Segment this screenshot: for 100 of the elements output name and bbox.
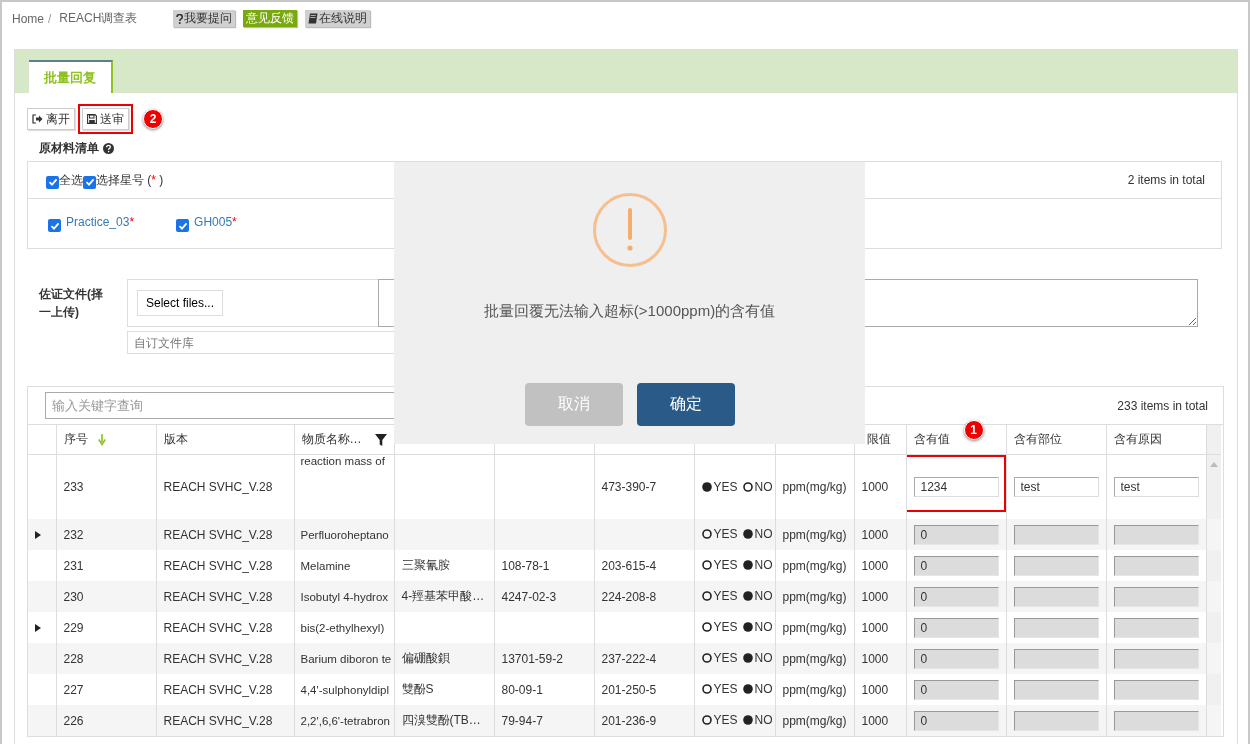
radio-label: YES (713, 651, 738, 665)
radio-label: YES (713, 682, 738, 696)
cas-number: 108-78-1 (501, 558, 550, 573)
confirm-button[interactable]: 确定 (636, 383, 735, 426)
field-label: 佐证文件(择一上传) (37, 286, 104, 321)
checkbox[interactable] (83, 175, 96, 189)
annotation-badge: 1 (963, 420, 984, 440)
radio-selected-icon[interactable] (701, 481, 712, 492)
substance-name: Melamine (300, 559, 351, 572)
column-header[interactable]: 限值 (866, 431, 891, 448)
radio-label: YES (713, 527, 738, 541)
limit-cell: 1000 (861, 682, 889, 697)
column-header[interactable]: 含有原因 (1113, 431, 1162, 448)
row-number: 233 (63, 480, 84, 494)
cas-number: 79-94-7 (501, 713, 543, 728)
annotation-badge: 2 (143, 109, 163, 129)
column-header[interactable]: 含有部位 (1013, 431, 1062, 448)
checkbox-label: 全选 (59, 171, 83, 189)
checkbox[interactable] (48, 219, 61, 232)
column-header[interactable]: 版本 (163, 431, 188, 448)
radio-label: NO (754, 620, 773, 634)
column-header[interactable]: 物质名称… (301, 431, 362, 448)
limit-cell: 1000 (861, 713, 889, 728)
header-button[interactable]: 在线说明 (305, 10, 371, 27)
input-field[interactable]: test (1013, 477, 1099, 497)
ec-number: 224-208-8 (601, 589, 657, 604)
row-number: 232 (63, 527, 84, 542)
filter-icon[interactable] (374, 433, 387, 446)
ec-number: 201-250-5 (601, 682, 657, 697)
version-cell: REACH SVHC_V.28 (163, 682, 273, 697)
unit-cell: ppm(mg/kg) (782, 589, 847, 604)
radio-label: YES (713, 558, 738, 572)
input-field[interactable]: 1234 (913, 477, 999, 497)
row-number: 230 (63, 589, 84, 604)
substance-name: Barium diboron te (300, 652, 392, 665)
section-title: 原材料清单 (39, 139, 99, 157)
dialog-message: 批量回覆无法输入超标(>1000ppm)的含有值 (483, 302, 776, 321)
select-files-button[interactable]: Select files... (137, 290, 224, 316)
substance-name: Isobutyl 4-hydrox (300, 590, 389, 603)
material-label[interactable]: Practice_03* (66, 215, 135, 229)
substance-name-cn: 雙酚S (401, 682, 434, 696)
check-icon (47, 177, 58, 187)
unit-cell: ppm(mg/kg) (782, 620, 847, 635)
row-number: 227 (63, 682, 84, 697)
substance-name: Perfluoroheptano (300, 528, 389, 541)
limit-cell: 1000 (861, 558, 889, 573)
ec-number: 201-236-9 (601, 713, 657, 728)
unit-cell: ppm(mg/kg) (782, 558, 847, 573)
radio-label: NO (754, 558, 773, 572)
radio-label: NO (754, 713, 773, 727)
question-icon (176, 13, 184, 24)
row-number: 226 (63, 713, 84, 728)
warning-icon (591, 192, 668, 268)
radio-label: YES (713, 479, 738, 494)
limit-cell: 1000 (861, 620, 889, 635)
substance-name: bis(2-ethylhexyl) (300, 621, 385, 634)
row-number: 231 (63, 558, 84, 573)
row-number: 229 (63, 620, 84, 635)
input-field[interactable]: test (1113, 477, 1199, 497)
radio-label: NO (754, 479, 773, 494)
exit-button[interactable]: 离开 (27, 108, 75, 130)
radio-label: YES (713, 713, 738, 727)
version-cell: REACH SVHC_V.28 (163, 527, 273, 542)
radio-label: NO (754, 527, 773, 541)
unit-cell: ppm(mg/kg) (782, 651, 847, 666)
cas-number: 80-09-1 (501, 682, 543, 697)
substance-name-cn: 四溴雙酚(TB… (401, 713, 481, 727)
substance-name: 2,2',6,6'-tetrabron (300, 714, 390, 727)
checkbox[interactable] (176, 219, 190, 232)
check-icon (49, 220, 60, 231)
material-label[interactable]: GH005* (194, 215, 237, 229)
column-header[interactable]: 含有值 (913, 431, 950, 448)
version-cell: REACH SVHC_V.28 (163, 651, 273, 666)
header-button[interactable]: 我要提问 (173, 10, 236, 27)
limit-cell: 1000 (861, 527, 889, 542)
cas-number: 4247-02-3 (501, 589, 557, 604)
breadcrumb-link[interactable]: Home (12, 11, 44, 26)
substance-name-cn: 4-羥基苯甲酸… (401, 589, 485, 603)
help-icon[interactable] (103, 142, 114, 154)
unit-cell: ppm(mg/kg) (782, 480, 847, 494)
radio-label: NO (754, 589, 773, 603)
check-icon (84, 177, 95, 187)
exit-icon (32, 114, 43, 124)
submit-button[interactable]: 送审 (82, 108, 129, 130)
ec-number: 237-222-4 (601, 651, 657, 666)
check-icon (177, 220, 188, 231)
version-cell: REACH SVHC_V.28 (163, 620, 273, 635)
column-header[interactable]: 序号 (63, 431, 88, 448)
version-cell: REACH SVHC_V.28 (163, 558, 273, 573)
unit-cell: ppm(mg/kg) (782, 527, 847, 542)
item-count: 2 items in total (1127, 173, 1205, 187)
book-icon (308, 13, 319, 24)
radio-label: NO (754, 651, 773, 665)
limit-cell: 1000 (861, 589, 889, 604)
checkbox[interactable] (46, 175, 59, 189)
radio-empty-icon[interactable] (742, 481, 753, 492)
unit-cell: ppm(mg/kg) (782, 713, 847, 728)
row-number: 228 (63, 651, 84, 666)
cas-number: 13701-59-2 (501, 651, 563, 666)
breadcrumb-current: REACH调查表 (59, 10, 138, 27)
